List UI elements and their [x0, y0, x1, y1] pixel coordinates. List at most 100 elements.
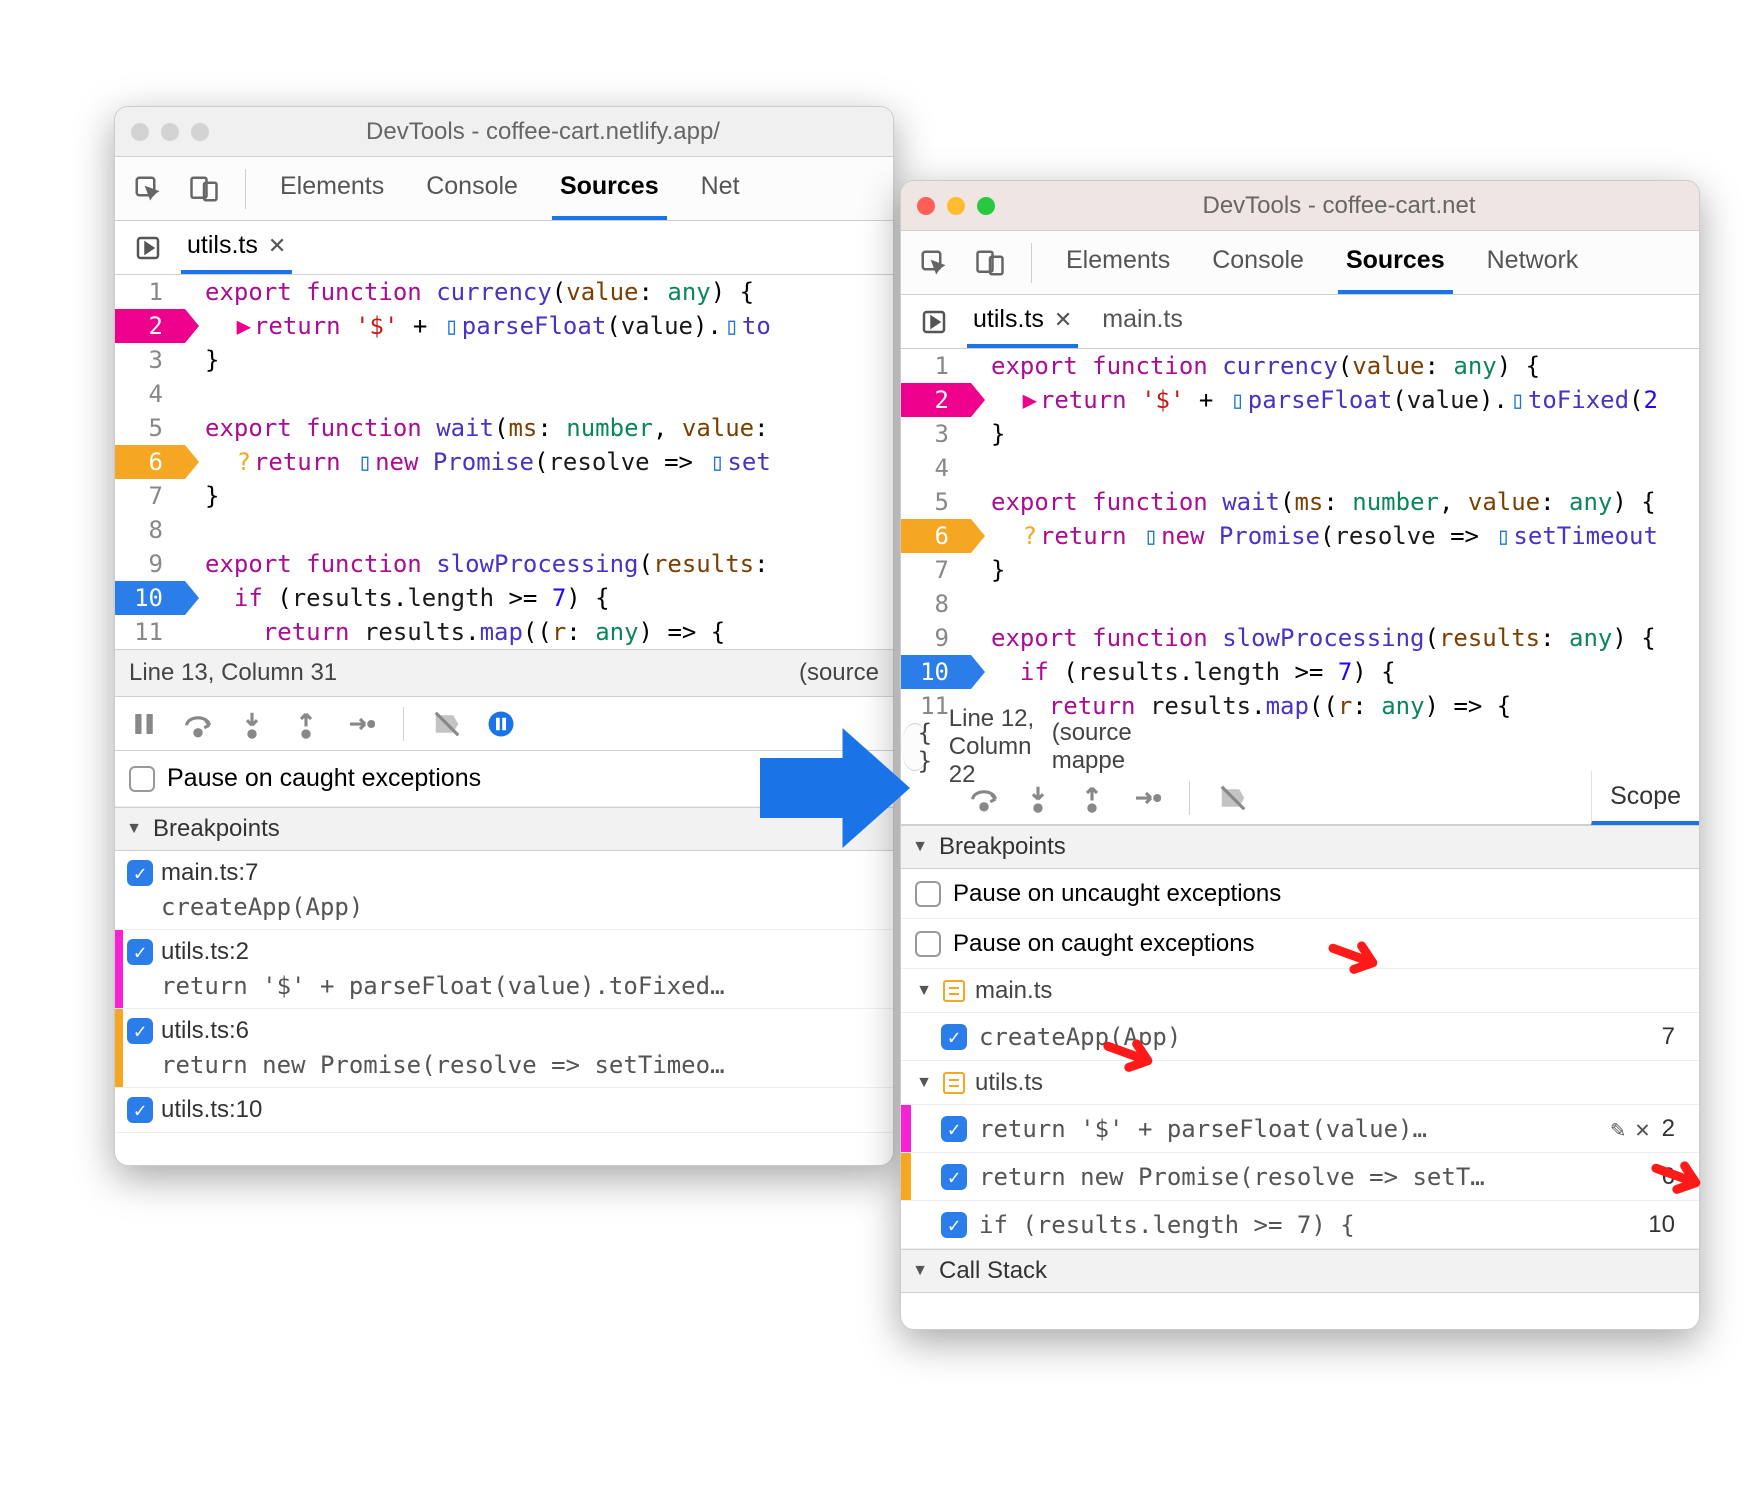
tab-sources[interactable]: Sources — [552, 157, 667, 220]
call-stack-header[interactable]: ▼ Call Stack — [901, 1249, 1699, 1293]
scope-tab[interactable]: Scope — [1591, 771, 1699, 825]
inspect-icon[interactable] — [133, 174, 163, 204]
file-name: utils.ts — [975, 1069, 1043, 1097]
code-editor-right[interactable]: 1export function currency(value: any) {2… — [901, 349, 1699, 723]
step-icon[interactable] — [345, 709, 375, 739]
breakpoint-source: main.ts:7 — [161, 859, 258, 887]
pause-uncaught-checkbox[interactable] — [915, 881, 941, 907]
breakpoint-item[interactable]: ✓ main.ts:7 createApp(App) — [115, 851, 893, 930]
tab-network[interactable]: Network — [1479, 231, 1587, 294]
minimize-light[interactable] — [947, 197, 965, 215]
zoom-light[interactable] — [977, 197, 995, 215]
breakpoint-checkbox[interactable]: ✓ — [941, 1212, 967, 1238]
step-into-icon[interactable] — [1023, 783, 1053, 813]
disclosure-triangle-icon: ▼ — [911, 838, 929, 856]
breakpoint-checkbox[interactable]: ✓ — [941, 1116, 967, 1142]
breakpoint-item[interactable]: ✓ utils.ts:2 return '$' + parseFloat(value… — [115, 930, 893, 1009]
pause-uncaught-row: Pause on uncaught exceptions — [901, 869, 1699, 919]
pause-on-exception-icon[interactable] — [486, 709, 516, 739]
pause-caught-checkbox[interactable] — [129, 766, 155, 792]
breakpoint-code: return '$' + parseFloat(value)… — [979, 1115, 1589, 1143]
breakpoint-item[interactable]: ✓ utils.ts:10 — [115, 1088, 893, 1133]
breakpoint-row[interactable]: ✓ return '$' + parseFloat(value)… ✎ ✕ 2 — [901, 1105, 1699, 1153]
main-tabs: Elements Console Sources Net — [115, 157, 893, 221]
zoom-light[interactable] — [191, 123, 209, 141]
source-map-label: (source mappe — [1052, 719, 1132, 775]
close-icon[interactable]: ✕ — [268, 233, 286, 259]
breakpoint-file-group[interactable]: ▼utils.ts — [901, 1061, 1699, 1105]
edit-icon[interactable]: ✎ — [1611, 1115, 1625, 1143]
tab-network[interactable]: Net — [693, 157, 748, 220]
breakpoint-row[interactable]: ✓createApp(App)7 — [901, 1013, 1699, 1061]
close-icon[interactable]: ✕ — [1054, 307, 1072, 333]
minimize-light[interactable] — [161, 123, 179, 141]
filetab-utils[interactable]: utils.ts ✕ — [967, 295, 1078, 348]
breakpoint-line: 2 — [1662, 1115, 1685, 1143]
breakpoints-list: ✓ main.ts:7 createApp(App) ✓ utils.ts:2 retur… — [115, 851, 893, 1133]
remove-icon[interactable]: ✕ — [1635, 1115, 1649, 1143]
tab-elements[interactable]: Elements — [272, 157, 392, 220]
breakpoint-checkbox[interactable]: ✓ — [941, 1024, 967, 1050]
close-light[interactable] — [917, 197, 935, 215]
source-map-label: (source — [799, 659, 879, 687]
disclosure-triangle-icon: ▼ — [911, 1262, 929, 1280]
devtools-window-old: DevTools - coffee-cart.netlify.app/ Elem… — [114, 106, 894, 1166]
pause-icon[interactable] — [129, 709, 159, 739]
breakpoint-checkbox[interactable]: ✓ — [127, 860, 153, 886]
deactivate-breakpoints-icon[interactable] — [1218, 783, 1248, 813]
breakpoint-checkbox[interactable]: ✓ — [127, 939, 153, 965]
step-over-icon[interactable] — [969, 783, 999, 813]
breakpoint-preview: createApp(App) — [161, 893, 881, 921]
deactivate-breakpoints-icon[interactable] — [432, 709, 462, 739]
traffic-lights — [917, 197, 995, 215]
step-over-icon[interactable] — [183, 709, 213, 739]
debugger-toolbar: Scope — [901, 771, 1699, 825]
filetab-name: utils.ts — [973, 305, 1044, 334]
filetab-name: main.ts — [1102, 305, 1183, 334]
breakpoint-source: utils.ts:10 — [161, 1096, 262, 1124]
traffic-lights — [131, 123, 209, 141]
breakpoint-checkbox[interactable]: ✓ — [941, 1164, 967, 1190]
source-file-icon — [943, 980, 965, 1002]
close-light[interactable] — [131, 123, 149, 141]
filetab-name: utils.ts — [187, 231, 258, 260]
breakpoint-preview: return new Promise(resolve => setTimeo… — [161, 1051, 881, 1079]
breakpoints-header[interactable]: ▼ Breakpoints — [901, 825, 1699, 869]
filetab-utils[interactable]: utils.ts ✕ — [181, 221, 292, 274]
breakpoint-source: utils.ts:2 — [161, 938, 249, 966]
pause-caught-checkbox[interactable] — [915, 931, 941, 957]
tab-console[interactable]: Console — [418, 157, 526, 220]
pause-caught-label: Pause on caught exceptions — [167, 764, 481, 793]
breakpoint-checkbox[interactable]: ✓ — [127, 1018, 153, 1044]
breakpoint-checkbox[interactable]: ✓ — [127, 1097, 153, 1123]
step-icon[interactable] — [1131, 783, 1161, 813]
tab-elements[interactable]: Elements — [1058, 231, 1178, 294]
pause-uncaught-label: Pause on uncaught exceptions — [953, 880, 1281, 908]
tab-sources[interactable]: Sources — [1338, 231, 1453, 294]
window-title: DevTools - coffee-cart.netlify.app/ — [209, 118, 877, 146]
filetab-main[interactable]: main.ts — [1096, 295, 1189, 348]
breakpoint-row[interactable]: ✓return new Promise(resolve => setT…6 — [901, 1153, 1699, 1201]
file-tabs: utils.ts ✕ — [115, 221, 893, 275]
disclosure-triangle-icon: ▼ — [125, 820, 143, 838]
pretty-print-icon[interactable]: { } — [915, 719, 935, 775]
file-nav-icon[interactable] — [919, 307, 949, 337]
tab-console[interactable]: Console — [1204, 231, 1312, 294]
breakpoint-line: 7 — [1662, 1023, 1685, 1051]
device-toggle-icon[interactable] — [975, 248, 1005, 278]
big-arrow-icon — [760, 728, 910, 848]
step-out-icon[interactable] — [291, 709, 321, 739]
breakpoint-item[interactable]: ✓utils.ts:6return new Promise(resolve =>… — [115, 1009, 893, 1088]
file-nav-icon[interactable] — [133, 233, 163, 263]
breakpoints-label: Breakpoints — [939, 833, 1066, 861]
step-into-icon[interactable] — [237, 709, 267, 739]
call-stack-label: Call Stack — [939, 1257, 1047, 1285]
code-editor-left[interactable]: 1export function currency(value: any) {2… — [115, 275, 893, 649]
step-out-icon[interactable] — [1077, 783, 1107, 813]
breakpoint-file-group[interactable]: ▼main.ts — [901, 969, 1699, 1013]
inspect-icon[interactable] — [919, 248, 949, 278]
breakpoint-preview: return '$' + parseFloat(value).toFixed… — [161, 972, 881, 1000]
titlebar: DevTools - coffee-cart.net — [901, 181, 1699, 231]
device-toggle-icon[interactable] — [189, 174, 219, 204]
breakpoint-row[interactable]: ✓if (results.length >= 7) {10 — [901, 1201, 1699, 1249]
